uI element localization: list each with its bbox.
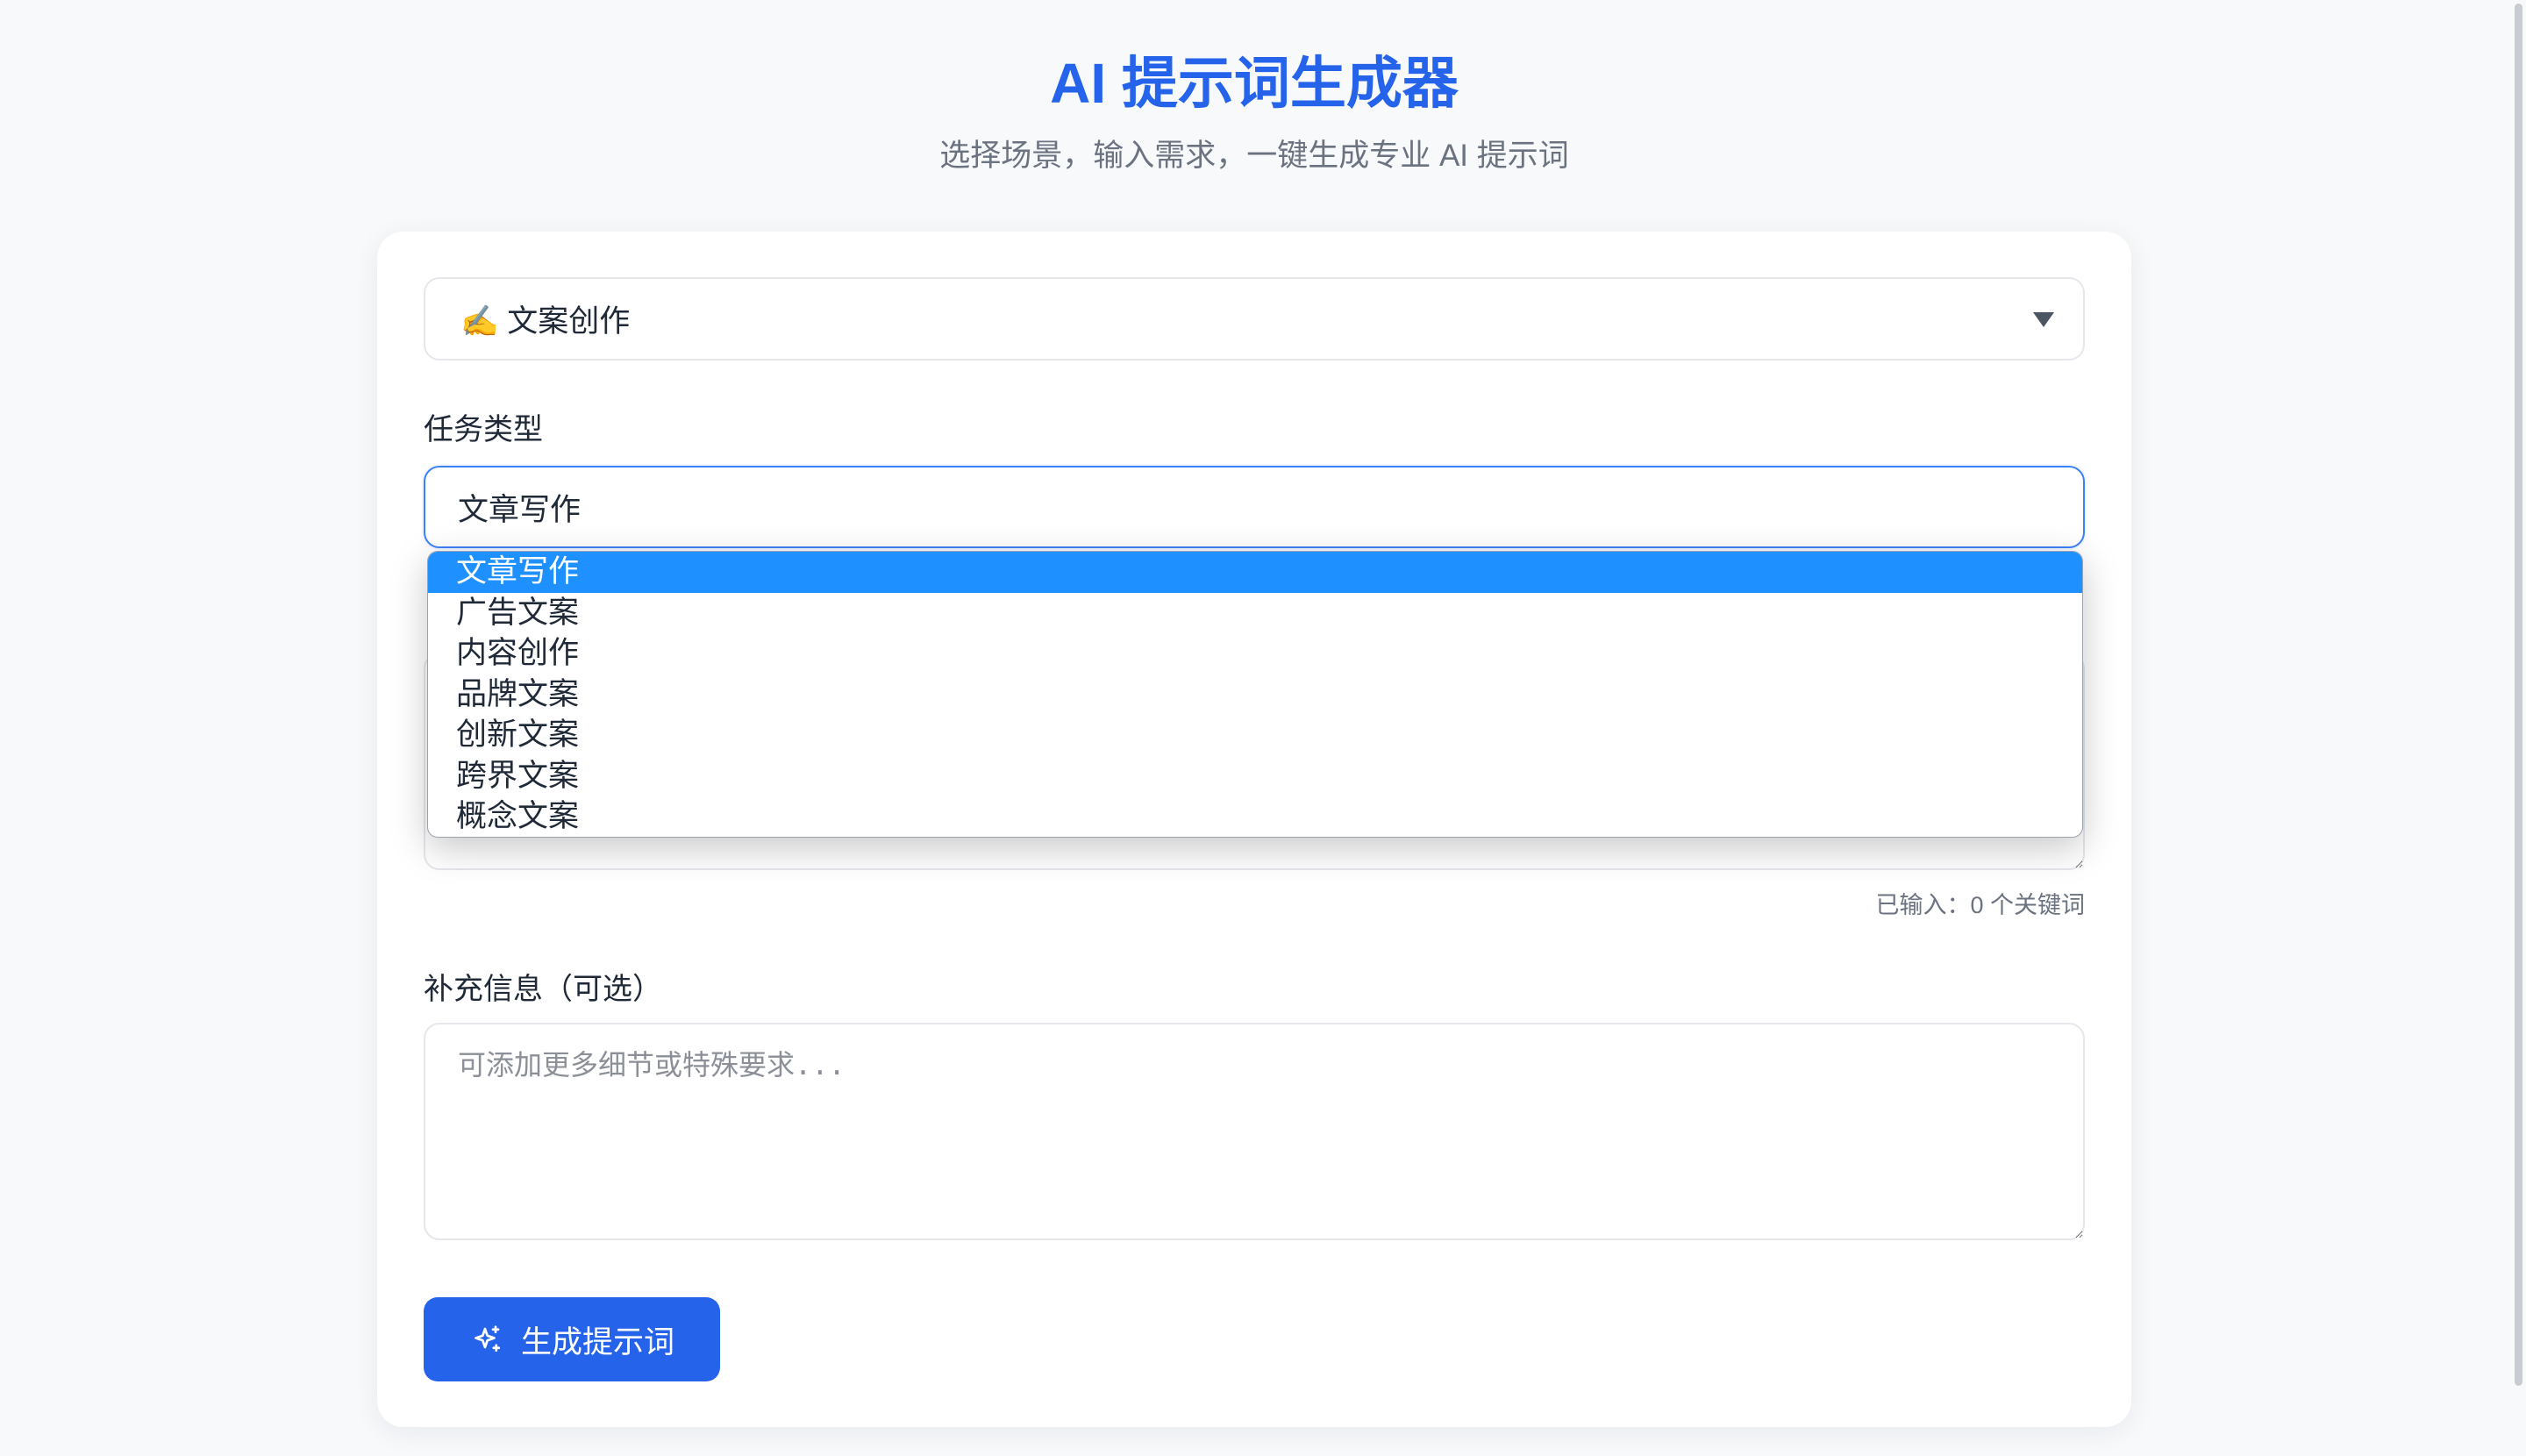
caret-down-icon [2033,311,2054,327]
scene-select[interactable]: ✍️ 文案创作 [424,277,2085,360]
page-subtitle: 选择场景，输入需求，一键生成专业 AI 提示词 [939,139,1569,173]
task-type-label: 任务类型 [424,413,543,446]
dropdown-option[interactable]: 跨界文案 [428,756,2082,797]
dropdown-option[interactable]: 创新文案 [428,715,2082,756]
dropdown-option[interactable]: 内容创作 [428,633,2082,674]
dropdown-option[interactable]: 文章写作 [428,552,2082,593]
page-title: AI 提示词生成器 [1050,52,1459,115]
dropdown-option[interactable]: 概念文案 [428,796,2082,837]
generate-button[interactable]: 生成提示词 [424,1297,720,1381]
task-type-dropdown: 文章写作 广告文案 内容创作 品牌文案 创新文案 跨界文案 概念文案 [427,551,2083,838]
sparkles-icon [472,1324,503,1355]
extra-info-label: 补充信息（可选） [424,973,662,1006]
scene-select-value: ✍️ 文案创作 [460,304,631,339]
task-type-value: 文章写作 [458,492,582,527]
task-type-select[interactable]: 文章写作 [424,466,2085,548]
dropdown-option[interactable]: 品牌文案 [428,674,2082,716]
keyword-count: 已输入：0 个关键词 [1875,892,2085,918]
generate-button-label: 生成提示词 [521,1324,675,1360]
extra-info-textarea[interactable] [424,1023,2085,1240]
page-scrollbar-thumb[interactable] [2515,4,2522,1386]
dropdown-option[interactable]: 广告文案 [428,593,2082,634]
